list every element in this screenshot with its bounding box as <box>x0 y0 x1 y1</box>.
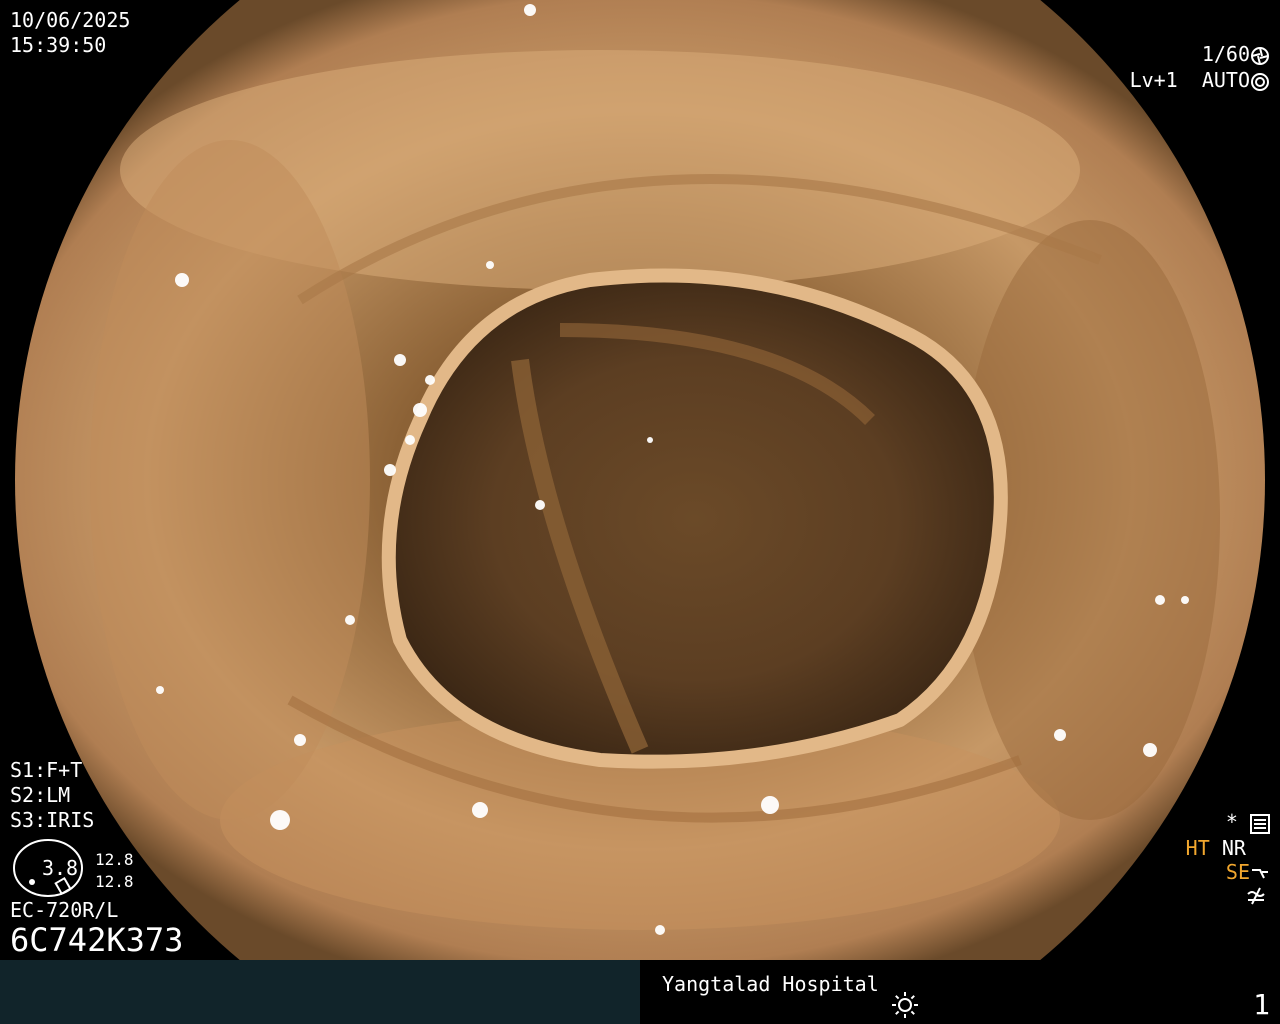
auto-iris-icon <box>1251 72 1269 91</box>
star-mark: * <box>1225 810 1238 834</box>
settings-indicator: * <box>1226 810 1270 834</box>
auto-iris-label: AUTO <box>1201 68 1250 92</box>
scope-model: EC-720R/L <box>10 898 119 922</box>
ht-label: HT <box>1185 836 1210 860</box>
brightness-sun-icon <box>892 992 918 1018</box>
settings-icon <box>1250 813 1270 834</box>
shutter-icon <box>1251 46 1269 65</box>
colon-lumen-image <box>15 0 1265 960</box>
switch-s2: S2:LM <box>10 783 71 807</box>
date-display: 10/06/2025 <box>10 8 131 32</box>
ne-indicator <box>1246 884 1266 908</box>
shutter-value: 1/60 <box>1201 42 1250 66</box>
nr-label: NR <box>1221 836 1246 860</box>
switch-s3: S3:IRIS <box>10 808 95 832</box>
page-number: 1 <box>1253 988 1270 1021</box>
se-label: SE <box>1225 860 1250 884</box>
ht-nr-indicator: HT NR <box>1186 836 1270 860</box>
scope-serial: 6C742K373 <box>10 921 184 959</box>
not-equal-icon <box>1247 887 1265 905</box>
zoom-gauge: 3.8 <box>10 836 90 898</box>
shutter-speed: 1/60 <box>1202 42 1270 66</box>
time-display: 15:39:50 <box>10 33 107 57</box>
readout-top: 12.8 <box>95 850 134 869</box>
readout-bottom: 12.8 <box>95 872 134 891</box>
enhance-curve-icon <box>1252 868 1268 878</box>
hospital-name: Yangtalad Hospital <box>662 972 879 996</box>
exposure-settings: Lv+1 AUTO <box>1130 68 1270 92</box>
se-indicator: SE <box>1226 860 1270 884</box>
level-value: Lv+1 <box>1129 68 1178 92</box>
switch-s1: S1:F+T <box>10 758 83 782</box>
endoscope-view: 10/06/2025 15:39:50 1/60 Lv+1 AUTO S1:F+… <box>0 0 1280 960</box>
gauge-value: 3.8 <box>41 856 79 880</box>
